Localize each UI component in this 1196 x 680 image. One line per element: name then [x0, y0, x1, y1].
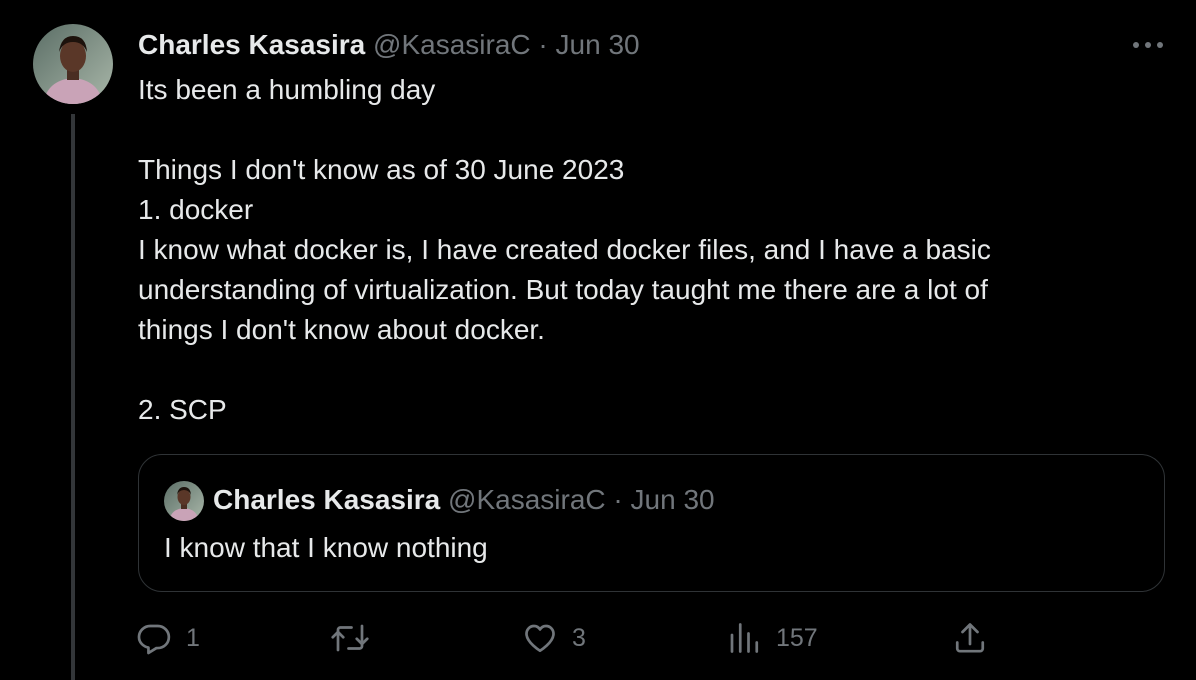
reply-count: 1 [186, 623, 200, 652]
more-options-button[interactable] [1128, 30, 1168, 60]
like-count: 3 [572, 623, 586, 652]
reply-icon [137, 624, 171, 655]
quoted-author-handle: @KasasiraC [448, 484, 606, 515]
tweet-header: Charles Kasasira @KasasiraC · Jun 30 [138, 28, 640, 62]
tweet-date[interactable]: Jun 30 [556, 29, 640, 60]
tweet[interactable]: Charles Kasasira @KasasiraC · Jun 30 Its… [0, 0, 1196, 680]
heart-icon [525, 624, 555, 653]
tweet-text-line: I know what docker is, I have created do… [138, 234, 991, 265]
author-avatar[interactable] [33, 24, 113, 104]
header-separator: · [538, 29, 548, 60]
tweet-text-line [138, 110, 1148, 150]
like-button[interactable]: 3 [522, 615, 586, 661]
more-horizontal-icon [1133, 42, 1163, 48]
retweet-button[interactable] [330, 615, 384, 661]
quoted-tweet-date: Jun 30 [630, 484, 715, 515]
views-count: 157 [776, 623, 818, 652]
tweet-text-line: understanding of virtualization. But tod… [138, 274, 988, 305]
share-button[interactable] [952, 615, 988, 661]
quoted-header-separator: · [613, 484, 623, 515]
quoted-author-name: Charles Kasasira [213, 484, 441, 515]
views-chart-icon [730, 623, 759, 653]
views-button[interactable]: 157 [726, 615, 818, 661]
tweet-text-line: Things I don't know as of 30 June 2023 [138, 154, 625, 185]
tweet-text-line: 2. SCP [138, 394, 227, 425]
quoted-author-avatar[interactable] [164, 481, 204, 521]
share-icon [955, 623, 985, 653]
tweet-text-line: things I don't know about docker. [138, 314, 545, 345]
quoted-tweet-card[interactable]: Charles Kasasira @KasasiraC · Jun 30 I k… [138, 454, 1165, 592]
author-name[interactable]: Charles Kasasira [138, 29, 365, 60]
tweet-text-line [138, 350, 1148, 390]
tweet-text: Its been a humbling day Things I don't k… [138, 70, 1148, 430]
quoted-tweet-text: I know that I know nothing [164, 532, 488, 563]
reply-button[interactable]: 1 [136, 615, 200, 661]
tweet-actions-bar: 1 3 157 [136, 615, 996, 661]
tweet-text-line: Its been a humbling day [138, 74, 436, 105]
retweet-icon [331, 624, 369, 652]
tweet-text-line: 1. docker [138, 194, 254, 225]
thread-connector-line [71, 114, 75, 680]
quoted-tweet-header: Charles Kasasira @KasasiraC · Jun 30 [213, 483, 715, 517]
author-handle[interactable]: @KasasiraC [373, 29, 531, 60]
